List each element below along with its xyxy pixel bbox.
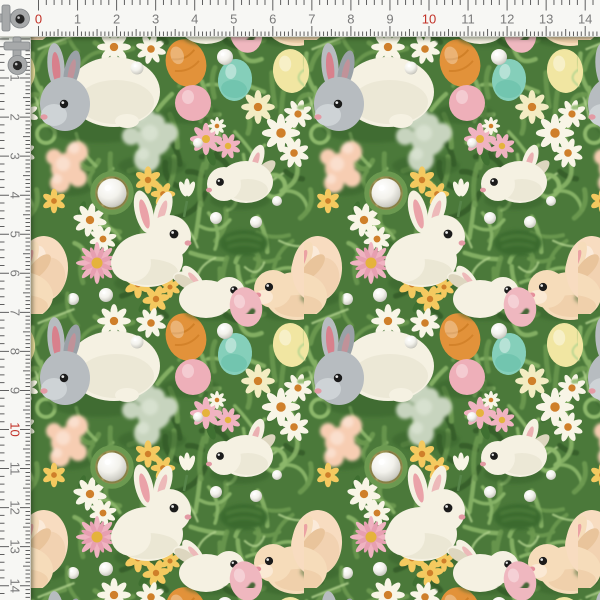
ruler-number: 6 bbox=[269, 12, 276, 27]
ruler-number: 5 bbox=[8, 231, 23, 238]
fabric bbox=[30, 36, 600, 600]
rivet-hole bbox=[15, 14, 24, 23]
ruler-number: 7 bbox=[8, 309, 23, 316]
ruler-number: 12 bbox=[8, 500, 23, 514]
ruler-number: 8 bbox=[347, 12, 354, 27]
ruler-number: 9 bbox=[386, 12, 393, 27]
rivet-hole bbox=[13, 61, 22, 70]
ruler-number: 2 bbox=[8, 113, 23, 120]
ruler-number: 13 bbox=[539, 12, 553, 27]
ruler-number: 5 bbox=[230, 12, 237, 27]
ruler-number: 8 bbox=[8, 348, 23, 355]
top-ruler-scale: 01234567891011121314 bbox=[0, 0, 600, 37]
ruler-number: 11 bbox=[8, 462, 23, 476]
corner-hardware bbox=[0, 0, 40, 92]
ruler-number: 6 bbox=[8, 270, 23, 277]
ruler-number: 13 bbox=[8, 539, 23, 553]
ruler-number: 2 bbox=[113, 12, 120, 27]
ruler-number: 14 bbox=[578, 12, 592, 27]
ruler-number: 14 bbox=[8, 578, 23, 592]
ruler-number: 4 bbox=[191, 12, 198, 27]
ruler-number: 10 bbox=[422, 12, 436, 27]
ruler-number: 9 bbox=[8, 387, 23, 394]
fabric-photo bbox=[0, 0, 600, 600]
ruler-number: 4 bbox=[8, 192, 23, 199]
ruler-number: 11 bbox=[461, 12, 475, 27]
ruler-number: 12 bbox=[500, 12, 514, 27]
key-icon bbox=[0, 5, 30, 31]
top-ruler: 01234567891011121314 bbox=[0, 0, 600, 37]
ruler-number: 3 bbox=[8, 153, 23, 160]
ruler-number: 7 bbox=[308, 12, 315, 27]
ruler-number: 3 bbox=[152, 12, 159, 27]
ruler-number: 1 bbox=[74, 12, 81, 27]
ruler-number: 10 bbox=[8, 422, 23, 436]
